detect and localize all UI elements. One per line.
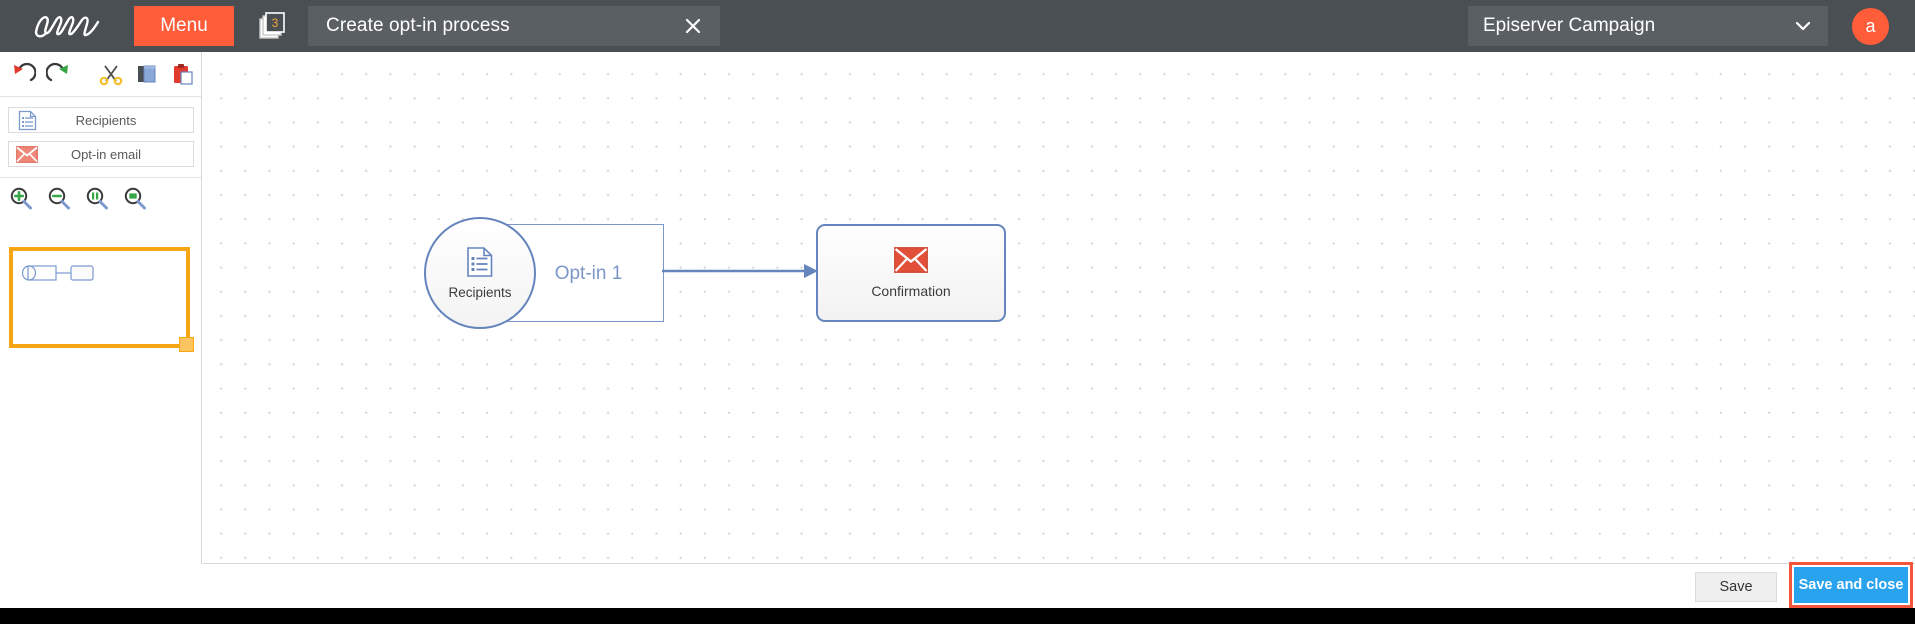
node-confirmation-label: Confirmation	[871, 283, 951, 299]
minimap-overview[interactable]	[9, 247, 194, 352]
save-button[interactable]: Save	[1695, 572, 1777, 602]
recipients-list-icon	[13, 110, 41, 131]
avatar[interactable]: a	[1852, 8, 1889, 45]
envelope-icon	[894, 247, 928, 278]
edit-toolbar	[0, 52, 201, 96]
node-confirmation[interactable]: Confirmation	[816, 224, 1006, 322]
tab-title: Create opt-in process	[326, 15, 510, 36]
node-recipients-label: Recipients	[448, 285, 512, 300]
bottom-black-bar	[0, 608, 1915, 624]
process-canvas[interactable]: Opt-in 1 Recipients Confirmation	[203, 52, 1915, 564]
footer-bar: Save	[0, 564, 1915, 608]
palette-item-label: Recipients	[75, 112, 137, 128]
cut-icon[interactable]	[96, 59, 126, 89]
top-bar: Menu 3 Create opt-in process Episerver C…	[0, 0, 1915, 52]
recipients-list-icon	[466, 246, 494, 283]
document-stack-count: 3	[272, 16, 279, 30]
node-recipients[interactable]: Recipients	[424, 217, 536, 329]
palette-item-label: Opt-in email	[70, 146, 142, 162]
envelope-icon	[13, 145, 41, 163]
left-sidebar: Recipients Opt-in email	[0, 52, 202, 608]
palette-item-recipients[interactable]: Recipients	[8, 107, 194, 133]
episerver-logo-icon[interactable]	[26, 0, 116, 52]
zoom-in-icon[interactable]	[9, 186, 33, 210]
zoom-toolbar	[0, 178, 201, 218]
account-name: Episerver Campaign	[1483, 15, 1656, 36]
zoom-fit-page-icon[interactable]	[123, 186, 147, 210]
zoom-out-icon[interactable]	[47, 186, 71, 210]
node-palette: Recipients Opt-in email	[0, 97, 201, 177]
zoom-fit-width-icon[interactable]	[85, 186, 109, 210]
close-icon[interactable]	[680, 13, 706, 39]
account-selector[interactable]: Episerver Campaign	[1468, 6, 1828, 46]
resize-handle-icon[interactable]	[179, 337, 194, 352]
save-and-close-button[interactable]: Save and close	[1794, 567, 1908, 603]
menu-button[interactable]: Menu	[134, 6, 234, 46]
chevron-down-icon	[1794, 19, 1812, 38]
document-stack-icon[interactable]: 3	[256, 6, 290, 46]
connector-arrow[interactable]	[662, 260, 822, 287]
copy-icon[interactable]	[132, 59, 162, 89]
tab-create-opt-in-process[interactable]: Create opt-in process	[308, 6, 720, 46]
avatar-initial: a	[1865, 16, 1876, 36]
redo-icon[interactable]	[44, 59, 74, 89]
undo-icon[interactable]	[8, 59, 38, 89]
paste-icon[interactable]	[168, 59, 198, 89]
palette-item-opt-in-email[interactable]: Opt-in email	[8, 141, 194, 167]
